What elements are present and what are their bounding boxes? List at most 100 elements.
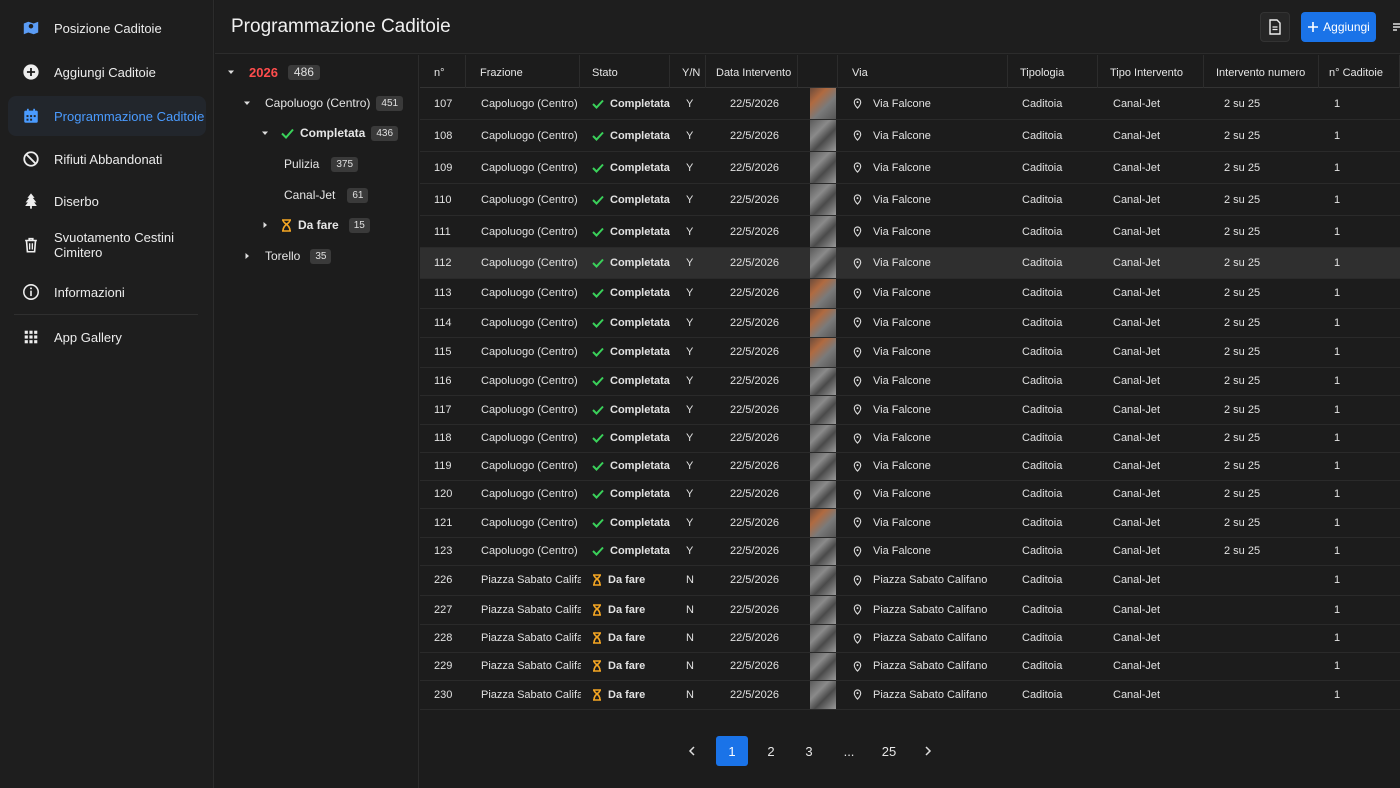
row-thumbnail-image[interactable]	[810, 480, 836, 508]
table-row[interactable]: 123 Capoluogo (Centro) Completata Y 22/5/202…	[420, 537, 1400, 566]
caret-right-icon[interactable]	[243, 252, 251, 260]
row-thumbnail-image[interactable]	[810, 537, 836, 565]
row-thumbnail-image[interactable]	[810, 338, 836, 367]
caret-right-icon[interactable]	[261, 221, 269, 229]
sidebar-item-posizione-caditoie[interactable]: Posizione Caditoie	[8, 8, 206, 48]
column-header-6[interactable]	[798, 55, 838, 88]
page-button-3[interactable]: 3	[793, 736, 825, 766]
tree-node-capoluogo[interactable]: Capoluogo (Centro) 451	[243, 93, 404, 113]
table-row[interactable]: 110 Capoluogo (Centro) Completata Y 22/5/202…	[420, 184, 1400, 216]
row-thumbnail-image[interactable]	[810, 424, 836, 452]
column-header-11[interactable]: n° Caditoie	[1319, 55, 1400, 88]
table-row[interactable]: 229 Piazza Sabato Califano Da fare N 22/5/20…	[420, 652, 1400, 681]
table-row[interactable]: 117 Capoluogo (Centro) Completata Y 22/5/202…	[420, 396, 1400, 425]
row-thumbnail-image[interactable]	[810, 184, 836, 215]
column-header-1[interactable]: n°	[420, 55, 466, 88]
table-row[interactable]: 107 Capoluogo (Centro) Completata Y 22/5/202…	[420, 88, 1400, 120]
sidebar-item-app-gallery[interactable]: App Gallery	[8, 317, 206, 357]
table-row[interactable]: 108 Capoluogo (Centro) Completata Y 22/5/202…	[420, 120, 1400, 152]
cell-number: 115	[434, 346, 452, 359]
row-thumbnail-image[interactable]	[810, 216, 836, 247]
cell-via: Via Falcone	[852, 425, 931, 452]
row-thumbnail-image[interactable]	[810, 152, 836, 183]
row-thumbnail-image[interactable]	[810, 624, 836, 652]
table-row[interactable]: 119 Capoluogo (Centro) Completata Y 22/5/202…	[420, 452, 1400, 481]
row-thumbnail-image[interactable]	[810, 367, 836, 395]
export-document-button[interactable]	[1260, 12, 1290, 42]
table-row[interactable]: 227 Piazza Sabato Califano Da fare N 22/5/20…	[420, 595, 1400, 625]
cell-yn: Y	[686, 516, 694, 529]
status-label: Completata	[610, 432, 670, 444]
via-label: Piazza Sabato Califano	[873, 688, 988, 701]
sidebar-item-programmazione-caditoie[interactable]: Programmazione Caditoie	[8, 96, 206, 136]
table-row[interactable]: 115 Capoluogo (Centro) Completata Y 22/5/202…	[420, 338, 1400, 368]
check-icon	[592, 258, 604, 268]
tree-node-completata[interactable]: Completata 436	[261, 123, 399, 143]
page-button-2[interactable]: 2	[755, 736, 787, 766]
cell-data: 22/5/2026	[730, 193, 779, 206]
cell-via: Via Falcone	[852, 152, 931, 183]
hourglass-icon	[592, 688, 602, 701]
column-header-2[interactable]: Frazione	[466, 55, 580, 88]
table-row[interactable]: 228 Piazza Sabato Califano Da fare N 22/5/20…	[420, 624, 1400, 653]
column-header-8[interactable]: Tipologia	[1008, 55, 1098, 88]
column-header-3[interactable]: Stato	[580, 55, 670, 88]
cell-data: 22/5/2026	[730, 225, 779, 238]
table-row[interactable]: 116 Capoluogo (Centro) Completata Y 22/5/202…	[420, 367, 1400, 396]
cell-n-caditoie: 1	[1334, 257, 1341, 269]
column-header-10[interactable]: Intervento numero	[1204, 55, 1319, 88]
cell-stato: Completata	[592, 88, 670, 119]
caret-down-icon[interactable]	[261, 129, 269, 137]
prev-page-button[interactable]	[676, 736, 708, 766]
table-row[interactable]: 230 Piazza Sabato Califano Da fare N 22/5/20…	[420, 681, 1400, 710]
caret-down-icon[interactable]	[243, 99, 251, 107]
cell-data: 22/5/2026	[730, 432, 779, 444]
table-row[interactable]: 120 Capoluogo (Centro) Completata Y 22/5/202…	[420, 480, 1400, 509]
cell-yn: Y	[686, 161, 694, 174]
table-row[interactable]: 109 Capoluogo (Centro) Completata Y 22/5/202…	[420, 152, 1400, 184]
page-button-1[interactable]: 1	[716, 736, 748, 766]
filter-menu-icon[interactable]	[1393, 19, 1400, 35]
status-label: Completata	[610, 161, 670, 174]
row-thumbnail-image[interactable]	[810, 566, 836, 595]
sidebar-item-rifiuti-abbandonati[interactable]: Rifiuti Abbandonati	[8, 139, 206, 179]
tree-node-torello[interactable]: Torello 35	[243, 246, 332, 266]
table-row[interactable]: 121 Capoluogo (Centro) Completata Y 22/5/202…	[420, 509, 1400, 538]
tree-node-dafare[interactable]: Da fare 15	[261, 215, 370, 235]
column-header-9[interactable]: Tipo Intervento	[1098, 55, 1204, 88]
cell-frazione: Capoluogo (Centro)	[481, 516, 578, 529]
row-thumbnail-image[interactable]	[810, 652, 836, 680]
column-header-4[interactable]: Y/N	[670, 55, 706, 88]
caret-down-icon[interactable]	[227, 68, 235, 76]
add-button[interactable]: Aggiungi	[1301, 12, 1376, 42]
table-row[interactable]: 111 Capoluogo (Centro) Completata Y 22/5/202…	[420, 216, 1400, 248]
table-row[interactable]: 114 Capoluogo (Centro) Completata Y 22/5/202…	[420, 308, 1400, 338]
row-thumbnail-image[interactable]	[810, 308, 836, 337]
sidebar-item-aggiungi-caditoie[interactable]: Aggiungi Caditoie	[8, 52, 206, 92]
table-row[interactable]: 226 Piazza Sabato Califano Da fare N 22/5/20…	[420, 566, 1400, 596]
column-header-7[interactable]: Via	[838, 55, 1008, 88]
next-page-button[interactable]	[912, 736, 944, 766]
sidebar-item-informazioni[interactable]: Informazioni	[8, 272, 206, 312]
sidebar-item-diserbo[interactable]: Diserbo	[8, 181, 206, 221]
via-label: Via Falcone	[873, 316, 931, 329]
row-thumbnail-image[interactable]	[810, 279, 836, 308]
table-row[interactable]: 113 Capoluogo (Centro) Completata Y 22/5/202…	[420, 279, 1400, 309]
row-thumbnail-image[interactable]	[810, 452, 836, 480]
table-row[interactable]: 112 Capoluogo (Centro) Completata Y 22/5/202…	[420, 248, 1400, 279]
row-thumbnail-image[interactable]	[810, 595, 836, 624]
tree-node-year[interactable]: 2026 486	[227, 62, 320, 82]
page-button-25[interactable]: 25	[873, 736, 905, 766]
tree-node-canaljet[interactable]: Canal-Jet 61	[284, 185, 369, 205]
table-row[interactable]: 118 Capoluogo (Centro) Completata Y 22/5/202…	[420, 424, 1400, 453]
row-thumbnail-image[interactable]	[810, 120, 836, 151]
tree-year-label: 2026	[249, 64, 278, 80]
row-thumbnail-image[interactable]	[810, 681, 836, 709]
sidebar-item-svuotamento-cestini-cimitero[interactable]: Svuotamento Cestini Cimitero	[8, 223, 206, 267]
tree-node-pulizia[interactable]: Pulizia 375	[284, 154, 359, 174]
row-thumbnail-image[interactable]	[810, 396, 836, 424]
row-thumbnail-image[interactable]	[810, 88, 836, 119]
row-thumbnail-image[interactable]	[810, 248, 836, 278]
row-thumbnail-image[interactable]	[810, 509, 836, 537]
column-header-5[interactable]: Data Intervento	[706, 55, 798, 88]
